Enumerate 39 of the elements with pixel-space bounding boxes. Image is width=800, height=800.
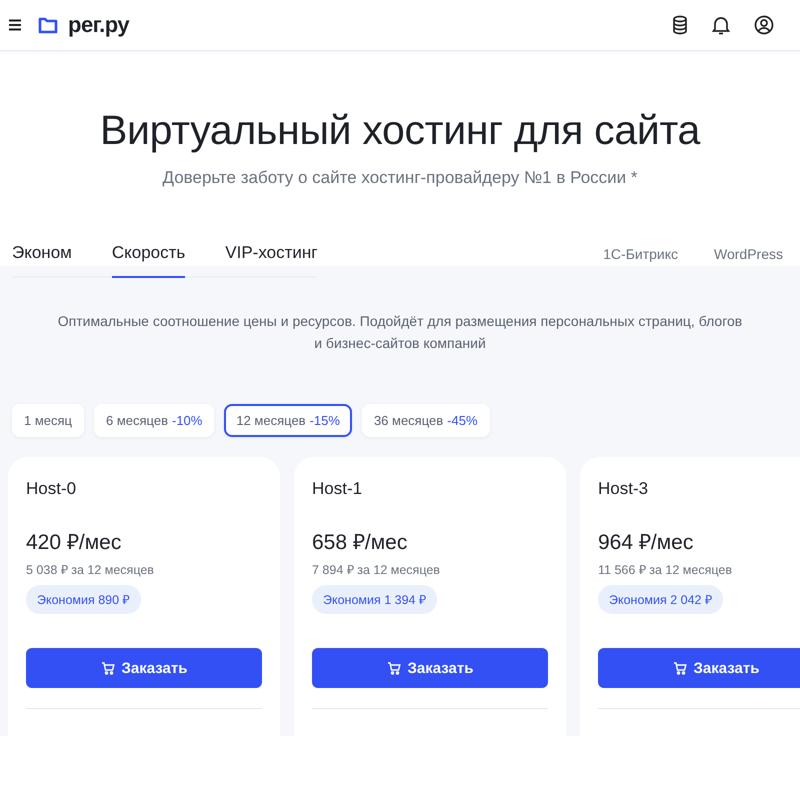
discount-label: -45% (447, 413, 478, 428)
plan-tab[interactable]: VIP-хостинг (225, 239, 318, 278)
cart-icon (386, 662, 401, 674)
period-option[interactable]: 1 месяц (12, 404, 84, 437)
plan-total: 11 566 ₽ за 12 месяцев (598, 562, 733, 578)
order-button[interactable]: Заказать (312, 648, 548, 688)
period-option[interactable]: 36 месяцев -45% (362, 404, 490, 437)
order-button[interactable]: Заказать (598, 648, 800, 688)
cms-link[interactable]: WordPress (714, 229, 783, 262)
saving-badge: Экономия 890 ₽ (26, 585, 141, 614)
discount-label: -10% (172, 413, 202, 428)
page-subtitle: Доверьте заботу о сайте хостинг-провайдеру №1 в России * (162, 168, 638, 188)
period-option[interactable]: 12 месяцев -15% (224, 404, 352, 437)
saving-badge: Экономия 1 394 ₽ (312, 585, 437, 614)
plan-name: Host-3 (598, 479, 650, 499)
coins-icon[interactable] (672, 15, 688, 35)
plan-price: 964 ₽/мес (598, 530, 694, 555)
folder-icon (38, 16, 58, 34)
cart-icon (672, 662, 687, 674)
plan-price: 658 ₽/мес (312, 530, 408, 555)
plan-total: 5 038 ₽ за 12 месяцев (26, 562, 155, 578)
discount-label: -15% (310, 413, 340, 428)
period-option[interactable]: 6 месяцев -10% (94, 404, 214, 437)
order-button[interactable]: Заказать (26, 648, 262, 688)
cart-icon (100, 662, 115, 674)
description-text: Оптимальные соотношение цены и ресурсов. Подойдёт для размещения персональных страниц, блогов (56, 312, 744, 331)
plan-price: 420 ₽/мес (26, 530, 122, 555)
plan-name: Host-1 (312, 479, 364, 499)
logo-text[interactable]: рег.ру (68, 12, 130, 38)
menu-icon[interactable] (8, 19, 22, 31)
page-title: Виртуальный хостинг для сайта (99, 107, 702, 154)
bell-icon[interactable] (712, 15, 730, 35)
cms-link[interactable]: 1С-Битрикс (603, 229, 678, 262)
saving-badge: Экономия 2 042 ₽ (598, 585, 723, 614)
plan-total: 7 894 ₽ за 12 месяцев (312, 562, 441, 578)
description-text: и бизнес-сайтов компаний (313, 334, 487, 353)
user-icon[interactable] (754, 15, 774, 35)
plan-tab[interactable]: Эконом (12, 239, 72, 278)
plan-name: Host-0 (26, 479, 78, 499)
